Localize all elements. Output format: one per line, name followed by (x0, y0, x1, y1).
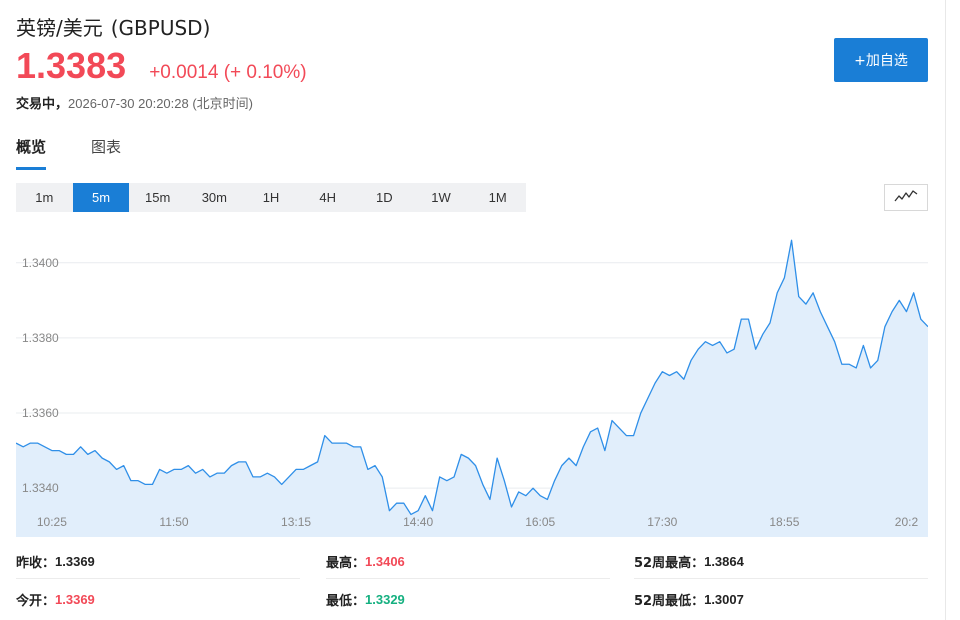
y-tick-label: 1.3360 (22, 406, 59, 420)
chart-type-toggle[interactable] (884, 184, 928, 211)
stat-label: 最低： (326, 593, 366, 609)
x-tick-label: 14:40 (403, 515, 433, 529)
x-tick-label: 13:15 (281, 515, 311, 529)
trading-status: 交易中， (16, 97, 69, 112)
instrument-name: 英镑/美元 (16, 16, 103, 40)
timeframe-1w[interactable]: 1W (413, 183, 470, 212)
timeframe-5m[interactable]: 5m (72, 183, 130, 212)
instrument-title: 英镑/美元 (GBPUSD) (16, 12, 210, 41)
timeframe-4h[interactable]: 4H (299, 183, 356, 212)
stat-value: 1.3369 (55, 553, 95, 569)
timeframe-selector: 1m 5m 15m 30m 1H 4H 1D 1W 1M (16, 183, 526, 212)
x-tick-label: 18:55 (769, 515, 799, 529)
x-tick-label: 16:05 (525, 515, 555, 529)
tab-chart[interactable]: 图表 (91, 136, 121, 170)
stat-label: 昨收： (16, 555, 56, 571)
x-tick-label: 10:25 (37, 515, 67, 529)
timeframe-1m[interactable]: 1m (16, 183, 73, 212)
stat-value: 1.3406 (365, 553, 405, 569)
stat-value: 1.3864 (704, 553, 744, 569)
timeframe-1mo[interactable]: 1M (469, 183, 526, 212)
stat-prev-close: 昨收： 1.3369 (16, 544, 95, 578)
timeframe-1d[interactable]: 1D (356, 183, 413, 212)
stat-label: 最高： (326, 555, 366, 571)
stat-label: 52周最高： (634, 555, 705, 571)
price-row: 1.3383 +0.0014 (+ 0.10%) (16, 46, 307, 86)
x-tick-label: 20:2 (895, 515, 919, 529)
stat-label: 52周最低： (634, 593, 705, 609)
stat-day-low: 最低： 1.3329 (326, 582, 405, 616)
quote-timestamp: 2026-07-30 20:20:28 (北京时间) (68, 96, 253, 111)
line-chart-icon (894, 188, 918, 207)
price-chart[interactable]: 1.3400 1.3380 1.3360 1.3340 10:25 11:50 13:15 1… (16, 225, 928, 537)
price-change: +0.0014 (+ 0.10%) (149, 62, 307, 83)
stat-52w-low: 52周最低： 1.3007 (634, 582, 744, 616)
stat-open: 今开： 1.3369 (16, 582, 95, 616)
stat-label: 今开： (16, 593, 56, 609)
add-to-watchlist-button[interactable]: +加自选 (834, 38, 928, 82)
timeframe-30m[interactable]: 30m (186, 183, 243, 212)
instrument-code: (GBPUSD) (110, 16, 211, 40)
stat-day-high: 最高： 1.3406 (326, 544, 405, 578)
current-price: 1.3383 (16, 45, 127, 86)
y-tick-label: 1.3400 (22, 256, 59, 270)
stats-divider (326, 578, 610, 579)
stat-value: 1.3007 (704, 591, 744, 607)
price-chart-svg: 1.3400 1.3380 1.3360 1.3340 10:25 11:50 13:15 1… (16, 239, 928, 537)
stats-divider (16, 578, 300, 579)
stats-divider (634, 578, 928, 579)
timeframe-1h[interactable]: 1H (243, 183, 300, 212)
stat-value: 1.3369 (55, 591, 95, 607)
stat-52w-high: 52周最高： 1.3864 (634, 544, 744, 578)
price-area-fill (16, 240, 928, 537)
timeframe-15m[interactable]: 15m (129, 183, 186, 212)
x-tick-label: 11:50 (159, 515, 188, 529)
stats-grid: 昨收： 1.3369 最高： 1.3406 52周最高： 1.3864 今开： 1.33… (16, 542, 928, 618)
tab-overview[interactable]: 概览 (16, 136, 47, 170)
trading-status-row: 交易中，2026-07-30 20:20:28 (北京时间) (16, 93, 253, 112)
page-right-border (945, 0, 946, 620)
y-tick-label: 1.3340 (22, 481, 59, 495)
stat-value: 1.3329 (365, 591, 405, 607)
y-tick-label: 1.3380 (22, 331, 59, 345)
x-tick-label: 17:30 (647, 515, 677, 529)
